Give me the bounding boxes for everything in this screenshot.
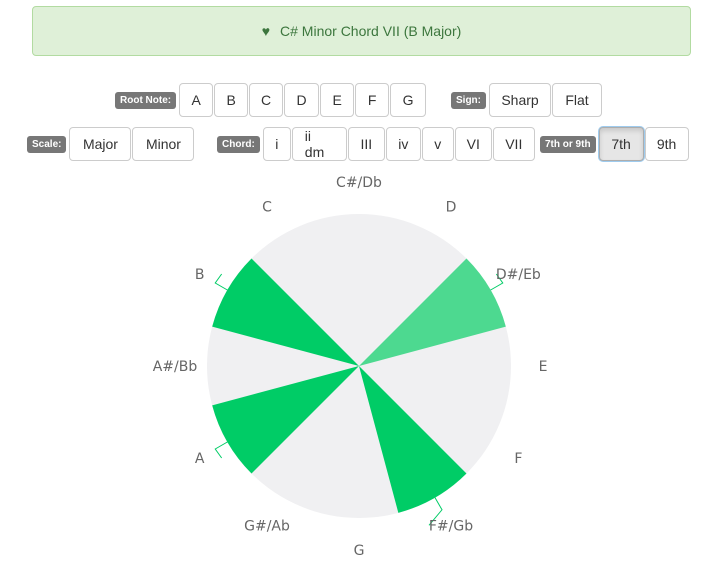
ninth-button[interactable]: 9th: [644, 127, 689, 161]
sign-group: Sign: Sharp Flat: [451, 83, 602, 117]
chord-III-button[interactable]: III: [347, 127, 385, 161]
chord-title: C# Minor Chord VII (B Major): [280, 23, 462, 39]
chord-iv-button[interactable]: iv: [385, 127, 421, 161]
note-label-f-gb: F#/Gb: [429, 518, 473, 534]
note-label-g-ab: G#/Ab: [244, 518, 290, 534]
scale-label: Scale:: [27, 135, 67, 153]
root-note-group: Root Note: A B C D E F G: [115, 83, 427, 117]
chord-v-button[interactable]: v: [421, 127, 454, 161]
note-label-g: G: [354, 543, 365, 559]
note-label-d-eb: D#/Eb: [496, 267, 541, 283]
note-label-c: C: [262, 200, 272, 216]
root-c-button[interactable]: C: [249, 83, 284, 117]
leader-b: [214, 273, 228, 291]
slice-d-eb: [359, 258, 506, 366]
chord-ii-dm-button[interactable]: ii dm: [291, 127, 347, 161]
leader-d-eb: [490, 273, 504, 291]
major-button[interactable]: Major: [69, 127, 132, 161]
root-note-label: Root Note:: [115, 91, 177, 109]
note-label-a: A: [195, 451, 205, 467]
note-label-a-bb: A#/Bb: [153, 359, 198, 375]
slice-a: [212, 366, 359, 474]
leader-f-gb: [428, 497, 443, 526]
note-label-c-db: C#/Db: [336, 175, 382, 191]
root-b-button[interactable]: B: [214, 83, 249, 117]
extension-label: 7th or 9th: [540, 135, 596, 153]
extension-group: 7th or 9th 7th 9th: [540, 127, 689, 161]
note-label-f: F: [514, 451, 522, 467]
note-label-e: E: [539, 359, 548, 375]
scale-group: Scale: Major Minor: [27, 127, 195, 161]
note-label-b: B: [195, 267, 205, 283]
seventh-button[interactable]: 7th: [598, 127, 644, 161]
chord-VII-button[interactable]: VII: [492, 127, 535, 161]
root-e-button[interactable]: E: [320, 83, 355, 117]
chord-alert: ♥ C# Minor Chord VII (B Major): [32, 6, 691, 56]
root-a-button[interactable]: A: [179, 83, 214, 117]
wheel-background: [207, 214, 511, 518]
slice-b: [212, 258, 359, 366]
root-d-button[interactable]: D: [284, 83, 320, 117]
root-f-button[interactable]: F: [355, 83, 390, 117]
chord-label: Chord:: [217, 135, 260, 153]
sign-label: Sign:: [451, 91, 486, 109]
minor-button[interactable]: Minor: [132, 127, 195, 161]
flat-button[interactable]: Flat: [552, 83, 602, 117]
sharp-button[interactable]: Sharp: [489, 83, 551, 117]
leader-a: [214, 441, 228, 459]
chord-i-button[interactable]: i: [262, 127, 291, 161]
root-g-button[interactable]: G: [390, 83, 427, 117]
chord-group: Chord: i ii dm III iv v VI VII: [217, 127, 535, 161]
chord-VI-button[interactable]: VI: [454, 127, 492, 161]
note-label-d: D: [446, 200, 457, 216]
heart-icon: ♥: [261, 23, 271, 39]
slice-f-gb: [359, 366, 467, 513]
